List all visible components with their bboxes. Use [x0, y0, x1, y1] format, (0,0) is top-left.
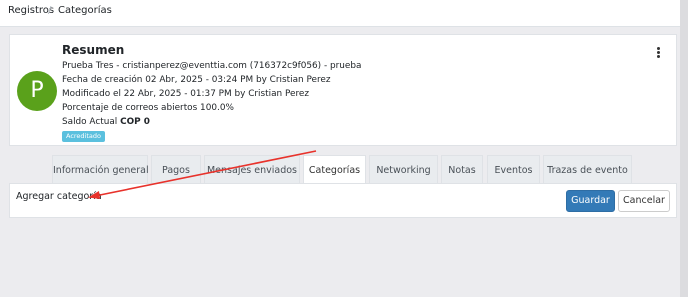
annotation-arrow [88, 150, 317, 199]
